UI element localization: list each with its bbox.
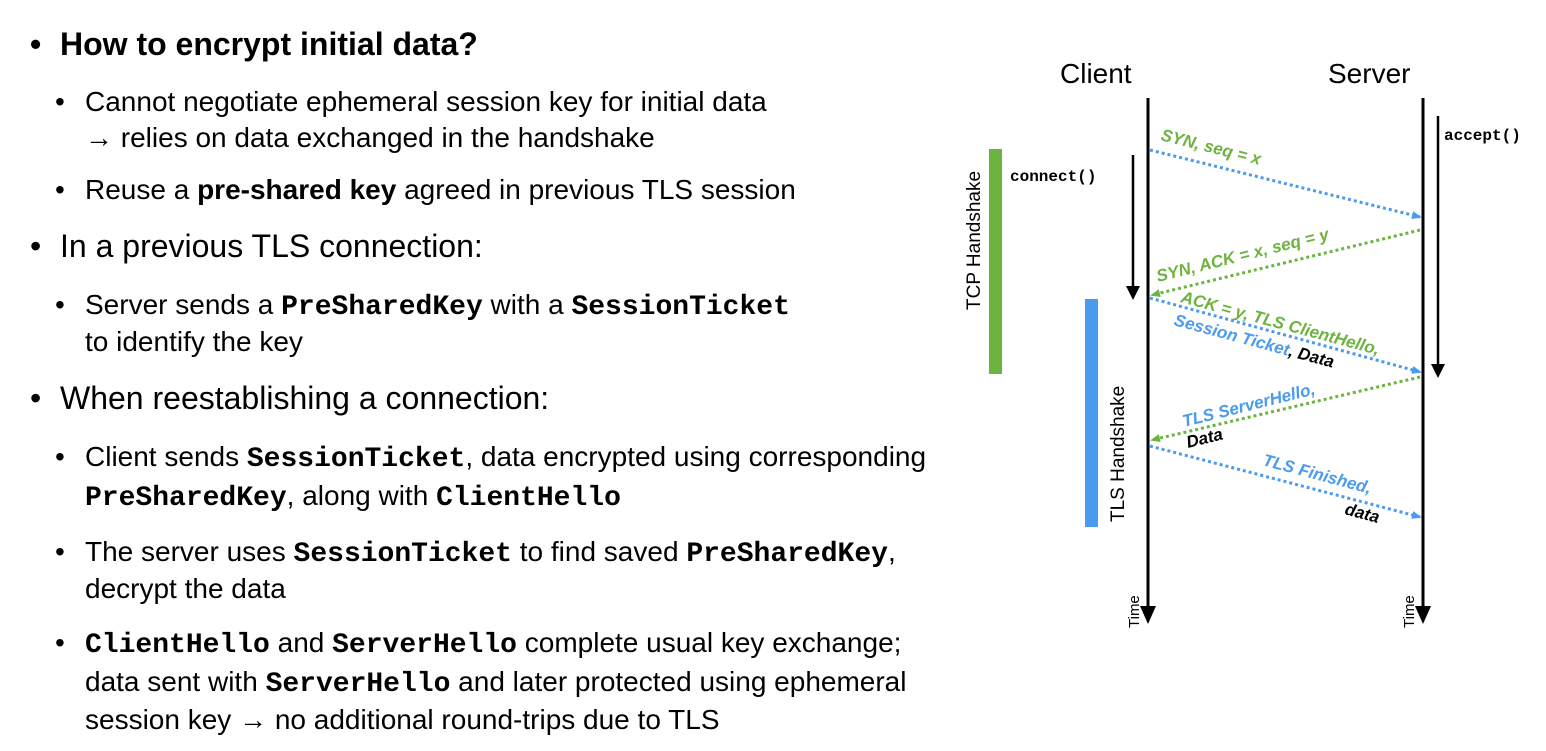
syn-label: SYN, seq = x <box>1159 125 1265 169</box>
tcp-handshake-label: TCP Handshake <box>964 171 985 310</box>
handshake-sequence-diagram: Client Server Time Time connect() accept… <box>964 58 1521 628</box>
synack-label: SYN, ACK = x, seq = y <box>1154 224 1332 286</box>
tcp-handshake-bar <box>989 149 1002 374</box>
time-label-right: Time <box>1401 595 1418 628</box>
connect-arrowhead <box>1126 286 1140 300</box>
time-label-left: Time <box>1126 595 1143 628</box>
accept-arrowhead <box>1431 364 1445 378</box>
tls-handshake-label: TLS Handshake <box>1108 386 1129 522</box>
server-label: Server <box>1328 58 1410 89</box>
accept-call: accept() <box>1444 127 1521 145</box>
tls-handshake-bar <box>1085 299 1098 527</box>
connect-call: connect() <box>1010 168 1096 186</box>
syn-arrow <box>1149 148 1422 219</box>
ack-clienthello-arrow <box>1149 296 1422 374</box>
finished-data-label: data <box>1343 500 1382 527</box>
finished-label: TLS Finished, <box>1261 451 1374 498</box>
client-label: Client <box>1060 58 1132 89</box>
